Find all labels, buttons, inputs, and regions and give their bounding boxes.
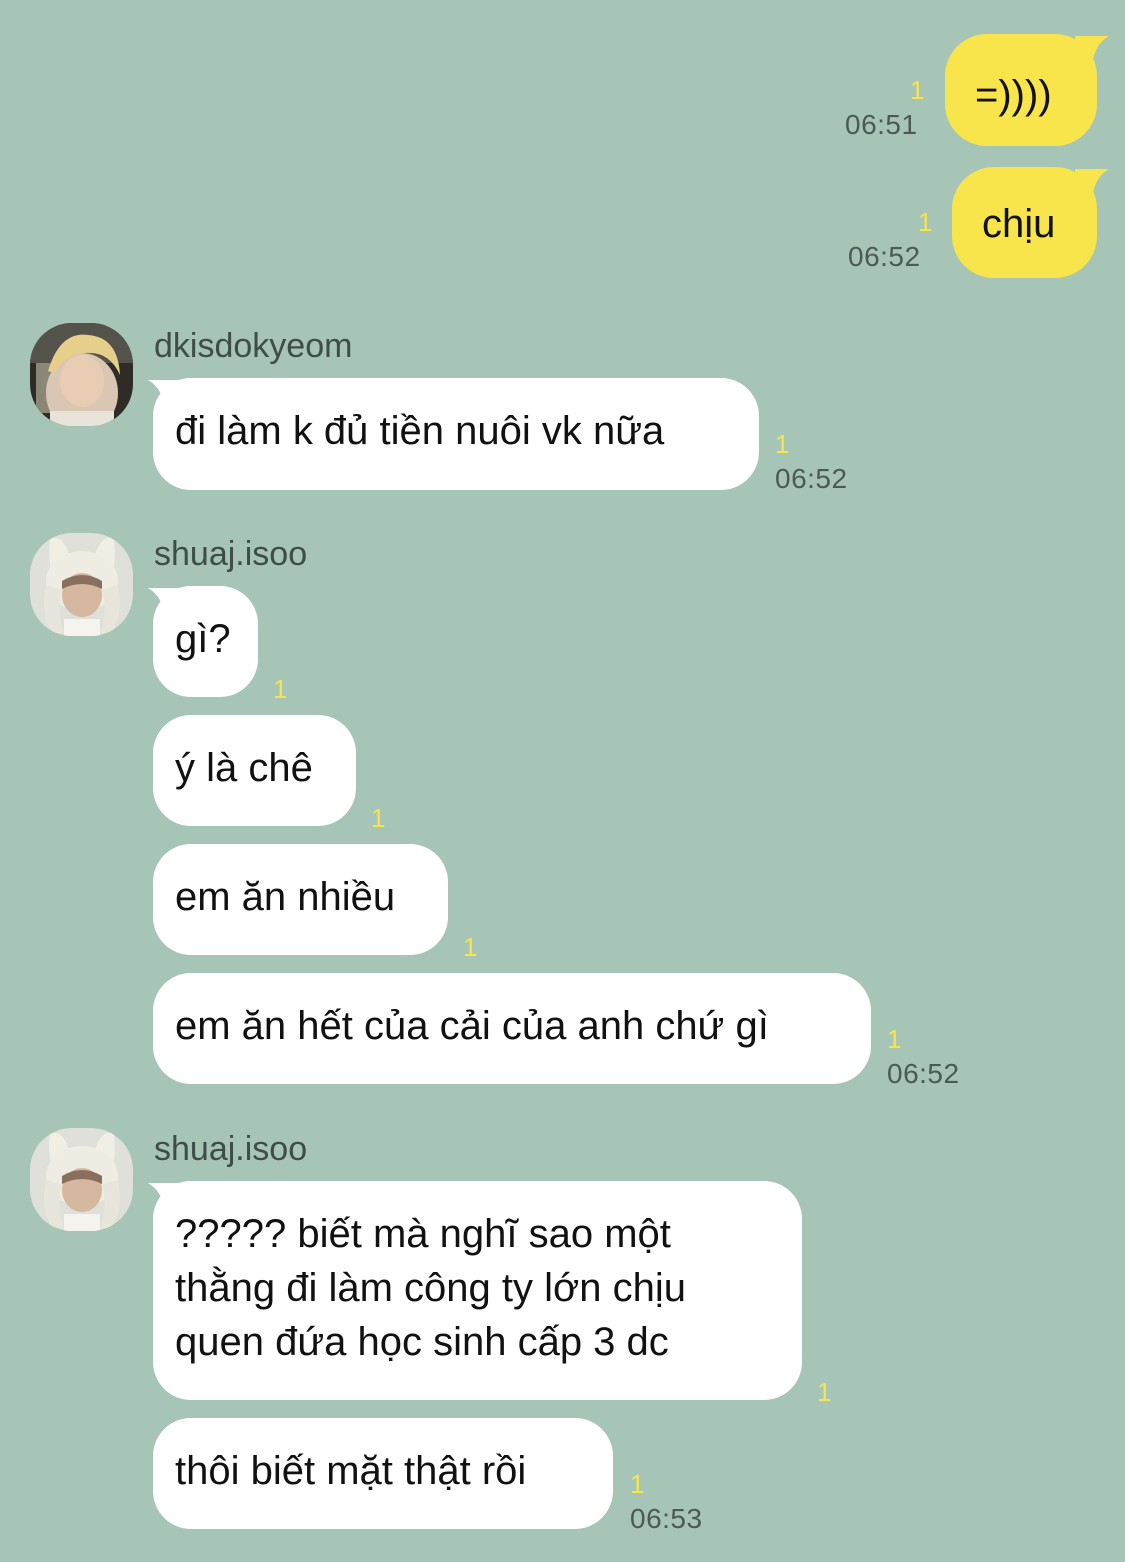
incoming-message-bubble[interactable]: em ăn nhiều: [153, 844, 448, 955]
unread-count: 1: [463, 932, 478, 962]
unread-count: 1: [630, 1469, 645, 1499]
unread-count: 1: [817, 1377, 832, 1407]
sender-name[interactable]: dkisdokyeom: [154, 327, 352, 365]
unread-count: 1: [910, 75, 925, 105]
sender-name[interactable]: shuaj.isoo: [154, 535, 307, 573]
sender-name[interactable]: shuaj.isoo: [154, 1130, 307, 1168]
bubble-tail-icon: [1075, 169, 1109, 195]
message-time: 06:52: [848, 241, 921, 272]
avatar[interactable]: [30, 533, 133, 636]
message-time: 06:52: [887, 1058, 960, 1089]
profile-photo-bunny-hat-icon: [30, 533, 133, 636]
incoming-message-bubble[interactable]: đi làm k đủ tiền nuôi vk nữa: [153, 378, 759, 490]
unread-count: 1: [775, 429, 790, 459]
incoming-message-bubble[interactable]: ý là chê: [153, 715, 356, 826]
unread-count: 1: [918, 207, 933, 237]
unread-count: 1: [371, 803, 386, 833]
incoming-message-bubble[interactable]: thôi biết mặt thật rồi: [153, 1418, 613, 1529]
message-time: 06:52: [775, 463, 848, 494]
message-time: 06:51: [845, 109, 918, 140]
incoming-message-bubble[interactable]: em ăn hết của cải của anh chứ gì: [153, 973, 871, 1084]
profile-photo-bunny-hat-icon: [30, 1128, 133, 1231]
unread-count: 1: [887, 1024, 902, 1054]
chat-view[interactable]: 1 06:51 =)))) 1 06:52 chịu dkisdokyeom đ…: [0, 0, 1125, 1562]
message-time: 06:53: [630, 1503, 703, 1534]
profile-photo-blond-icon: [30, 323, 133, 426]
incoming-message-bubble[interactable]: ????? biết mà nghĩ sao một thằng đi làm …: [153, 1181, 802, 1400]
avatar[interactable]: [30, 1128, 133, 1231]
avatar[interactable]: [30, 323, 133, 426]
incoming-message-bubble[interactable]: gì?: [153, 586, 258, 697]
unread-count: 1: [273, 674, 288, 704]
bubble-tail-icon: [1075, 36, 1109, 62]
